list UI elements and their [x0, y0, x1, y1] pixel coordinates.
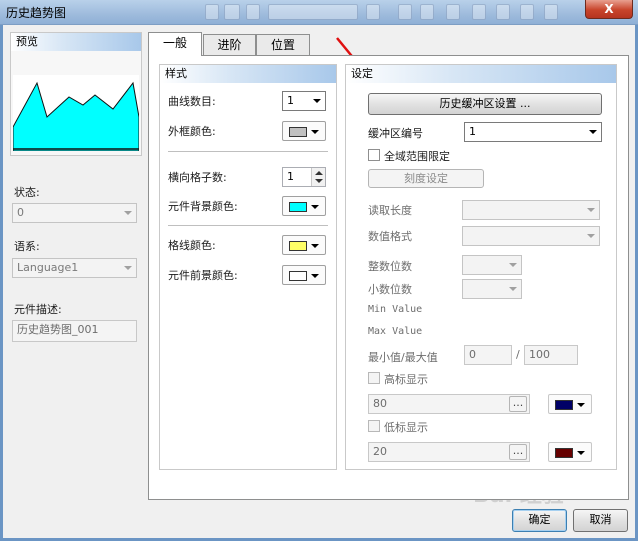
chevron-down-icon — [313, 99, 321, 103]
integer-digits-label: 整数位数 — [368, 260, 412, 273]
decimal-digits-label: 小数位数 — [368, 283, 412, 296]
background-color-label: 元件背景颜色: — [168, 200, 238, 213]
value-format-select[interactable] — [462, 226, 600, 246]
color-swatch — [555, 400, 573, 410]
horizontal-grid-stepper[interactable]: 1 — [282, 167, 326, 187]
background-color-picker[interactable] — [282, 196, 326, 216]
browse-button[interactable]: ... — [509, 444, 527, 460]
integer-digits-select[interactable] — [462, 255, 522, 275]
low-mark-color-picker[interactable] — [548, 442, 592, 462]
chevron-down-icon — [577, 403, 585, 407]
grid-color-label: 格线颜色: — [168, 239, 216, 252]
browse-button[interactable]: ... — [509, 396, 527, 412]
color-swatch — [555, 448, 573, 458]
global-range-checkbox[interactable] — [368, 149, 380, 161]
chevron-down-icon — [587, 234, 595, 238]
min-max-label: 最小值/最大值 — [368, 351, 438, 364]
frame-color-picker[interactable] — [282, 121, 326, 141]
chevron-down-icon — [587, 208, 595, 212]
curve-count-select[interactable]: 1 — [282, 91, 326, 111]
grid-color-picker[interactable] — [282, 235, 326, 255]
min-value-label: Min Value — [368, 304, 423, 315]
chevron-down-icon — [311, 130, 319, 134]
color-swatch — [289, 241, 307, 251]
chevron-down-icon — [509, 263, 517, 267]
curve-count-label: 曲线数目: — [168, 95, 216, 108]
horizontal-grid-label: 横向格子数: — [168, 171, 227, 184]
history-buffer-settings-button[interactable]: 历史缓冲区设置 ... — [368, 93, 602, 115]
low-mark-field[interactable]: 20 ... — [368, 442, 530, 462]
color-swatch — [289, 127, 307, 137]
color-swatch — [289, 202, 307, 212]
tab-general[interactable]: 一般 — [148, 32, 202, 56]
buffer-number-label: 缓冲区编号 — [368, 127, 423, 140]
frame-color-label: 外框颜色: — [168, 125, 216, 138]
foreground-color-label: 元件前景颜色: — [168, 269, 238, 282]
settings-group-title: 设定 — [346, 65, 616, 83]
high-mark-color-picker[interactable] — [548, 394, 592, 414]
style-group-title: 样式 — [160, 65, 336, 83]
max-value-field[interactable]: 100 — [524, 345, 578, 365]
chevron-down-icon — [509, 287, 517, 291]
chevron-down-icon — [577, 451, 585, 455]
divider — [168, 225, 328, 226]
divider — [168, 151, 328, 152]
chevron-down-icon — [311, 205, 319, 209]
high-mark-checkbox[interactable] — [368, 372, 380, 384]
global-range-label: 全域范围限定 — [384, 150, 450, 163]
chevron-down-icon — [311, 274, 319, 278]
read-length-select[interactable] — [462, 200, 600, 220]
min-max-separator: / — [516, 348, 520, 361]
high-mark-field[interactable]: 80 ... — [368, 394, 530, 414]
spin-buttons[interactable] — [311, 168, 325, 186]
chevron-up-icon[interactable] — [315, 171, 323, 175]
buffer-number-select[interactable]: 1 — [464, 122, 602, 142]
style-group: 样式 曲线数目: 1 外框颜色: 横向格子数: 1 元件背景颜色: 格线颜色: … — [159, 64, 337, 470]
low-mark-label: 低标显示 — [384, 421, 428, 434]
chevron-down-icon[interactable] — [315, 179, 323, 183]
high-mark-label: 高标显示 — [384, 373, 428, 386]
scale-settings-button[interactable]: 刻度设定 — [368, 169, 484, 188]
color-swatch — [289, 271, 307, 281]
tab-page-general: 样式 曲线数目: 1 外框颜色: 横向格子数: 1 元件背景颜色: 格线颜色: … — [148, 55, 629, 500]
low-mark-checkbox[interactable] — [368, 420, 380, 432]
read-length-label: 读取长度 — [368, 204, 412, 217]
decimal-digits-select[interactable] — [462, 279, 522, 299]
min-value-field[interactable]: 0 — [464, 345, 512, 365]
chevron-down-icon — [589, 130, 597, 134]
settings-group: 设定 历史缓冲区设置 ... 缓冲区编号 1 全域范围限定 刻度设定 读取长度 … — [345, 64, 617, 470]
value-format-label: 数值格式 — [368, 230, 412, 243]
foreground-color-picker[interactable] — [282, 265, 326, 285]
chevron-down-icon — [311, 244, 319, 248]
max-value-label: Max Value — [368, 326, 423, 337]
